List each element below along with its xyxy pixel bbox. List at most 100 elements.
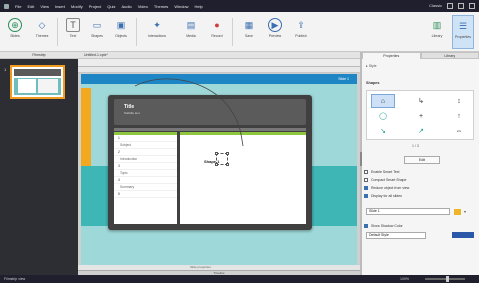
menu-item-video[interactable]: Video: [138, 4, 148, 9]
resize-handle[interactable]: [226, 163, 229, 166]
shape-option[interactable]: ↳: [409, 94, 433, 108]
checkbox-row[interactable]: Show Shadow Color: [364, 224, 403, 228]
resize-handle[interactable]: [215, 163, 218, 166]
document-tab-bar: Untitled-1.cptx*: [78, 52, 360, 59]
shapes-button[interactable]: ▭ Shapes: [86, 15, 108, 49]
color-swatch[interactable]: [452, 232, 474, 238]
shape-option[interactable]: +: [409, 109, 433, 123]
menu-item-insert[interactable]: Insert: [55, 4, 65, 9]
checkbox[interactable]: [364, 178, 368, 182]
orange-accent-bar[interactable]: [81, 88, 91, 166]
menu-item-window[interactable]: Window: [174, 4, 188, 9]
style-expand-icon[interactable]: ▸: [366, 64, 368, 68]
checkbox-label: Display for all slides: [371, 194, 402, 198]
style-select-combo[interactable]: Default Style: [366, 232, 426, 239]
shape-option[interactable]: ↑: [447, 109, 471, 123]
chevron-down-icon[interactable]: ▾: [464, 209, 466, 214]
themes-button[interactable]: ◇ Themes: [31, 15, 53, 49]
save-button[interactable]: ▦ Save: [238, 15, 260, 49]
checkbox-checked[interactable]: [364, 194, 368, 198]
zoom-slider-track[interactable]: [425, 278, 465, 280]
publish-icon: ⇪: [297, 19, 305, 30]
menu-item-view[interactable]: View: [40, 4, 49, 9]
record-button[interactable]: ● Record: [206, 15, 228, 49]
text-button[interactable]: T Text: [62, 15, 84, 49]
publish-button[interactable]: ⇪ Publish: [290, 15, 312, 49]
list-item[interactable]: 2: [114, 149, 177, 156]
menu-item-edit[interactable]: Edit: [27, 4, 34, 9]
document-tab[interactable]: Untitled-1.cptx*: [84, 53, 108, 57]
slide-select-combo[interactable]: Slide 1: [366, 208, 450, 215]
list-item[interactable]: 4: [114, 177, 177, 184]
menu-item-help[interactable]: Help: [195, 4, 203, 9]
checkbox-label: Enable Smart Text: [371, 170, 400, 174]
folder-icon-shape: [454, 209, 461, 215]
checkbox-row[interactable]: Display for all slides: [364, 194, 402, 198]
ribbon-separator: [136, 18, 137, 46]
shape-option-selected[interactable]: ⌂: [371, 94, 395, 108]
shape-option[interactable]: ⇔: [447, 124, 471, 138]
list-item[interactable]: 3: [114, 163, 177, 170]
checkbox-label: Reduce object from view: [371, 186, 410, 190]
workspace-label[interactable]: Classic: [429, 3, 442, 9]
selected-shape[interactable]: [215, 152, 229, 166]
shape-option[interactable]: ◯: [371, 109, 395, 123]
slide-detail-box[interactable]: Shape 1: [180, 132, 306, 224]
resize-handle[interactable]: [215, 152, 218, 155]
properties-button[interactable]: ☰ Properties: [452, 15, 474, 49]
checkbox-label: Show Shadow Color: [371, 224, 403, 228]
slide-title-bar[interactable]: Title Subtitle text: [114, 99, 306, 125]
tab-library[interactable]: Library: [420, 52, 479, 59]
slide-window-group[interactable]: Title Subtitle text 1 Subject 2 Introduc…: [108, 95, 312, 230]
list-item[interactable]: Introduction: [114, 156, 177, 163]
list-item[interactable]: Topic: [114, 170, 177, 177]
slides-button-label: Slides: [10, 34, 20, 38]
list-item[interactable]: 5: [114, 191, 177, 198]
menu-item-audio[interactable]: Audio: [121, 4, 131, 9]
objects-icon: ▣: [116, 19, 126, 30]
media-icon: ▤: [186, 19, 196, 30]
checkbox-row[interactable]: Enable Smart Text: [364, 170, 400, 174]
menu-item-quiz[interactable]: Quiz: [107, 4, 115, 9]
checkbox-checked[interactable]: [364, 224, 368, 228]
objects-button[interactable]: ▣ Objects: [110, 15, 132, 49]
media-button[interactable]: ▤ Media: [180, 15, 202, 49]
checkbox-checked[interactable]: [364, 186, 368, 190]
resize-handle[interactable]: [226, 152, 229, 155]
interactions-button[interactable]: ✦ Interactions: [146, 15, 168, 49]
checkbox-row[interactable]: Compact Smart Shape: [364, 178, 406, 182]
thumbnail-detail: [38, 79, 58, 93]
list-item[interactable]: Summary: [114, 184, 177, 191]
tab-properties[interactable]: Properties: [362, 52, 421, 59]
menu-item-themes[interactable]: Themes: [154, 4, 168, 9]
filmstrip-panel: 1: [0, 59, 78, 275]
shape-option[interactable]: ↘: [371, 124, 395, 138]
maximize-icon[interactable]: [458, 3, 464, 9]
filmstrip-header-label: Filmstrip: [32, 53, 46, 57]
zoom-level: 100%: [400, 277, 409, 281]
menu-item-modify[interactable]: Modify: [71, 4, 83, 9]
slide-list-box[interactable]: 1 Subject 2 Introduction 3 Topic 4 Summa…: [114, 132, 177, 224]
shape-option[interactable]: ↕: [447, 94, 471, 108]
library-button[interactable]: ▥ Library: [426, 15, 448, 49]
library-icon: ▥: [432, 19, 442, 30]
edit-button[interactable]: Edit: [404, 156, 440, 164]
minimize-icon[interactable]: [447, 3, 453, 9]
checkbox-row[interactable]: Reduce object from view: [364, 186, 409, 190]
top-ruler: [78, 59, 360, 67]
list-item[interactable]: Subject: [114, 142, 177, 149]
folder-icon[interactable]: [454, 208, 461, 215]
slide-thumbnail[interactable]: 1: [4, 65, 65, 99]
shape-option[interactable]: ↗: [409, 124, 433, 138]
checkbox[interactable]: [364, 170, 368, 174]
slide-canvas[interactable]: Slide 1 Title Subtitle text 1 Subject 2 …: [81, 74, 357, 265]
menu-item-file[interactable]: File: [15, 4, 21, 9]
menu-item-project[interactable]: Project: [89, 4, 101, 9]
list-item[interactable]: 1: [114, 135, 177, 142]
status-bar: Filmstrip view 100%: [0, 275, 479, 283]
preview-button[interactable]: ▶ Preview: [264, 15, 286, 49]
close-icon[interactable]: [469, 3, 475, 9]
stage-bottom-label: Slide properties: [190, 265, 211, 269]
zoom-slider-knob[interactable]: [446, 276, 449, 282]
slides-button[interactable]: ⊕ Slides: [4, 15, 26, 49]
